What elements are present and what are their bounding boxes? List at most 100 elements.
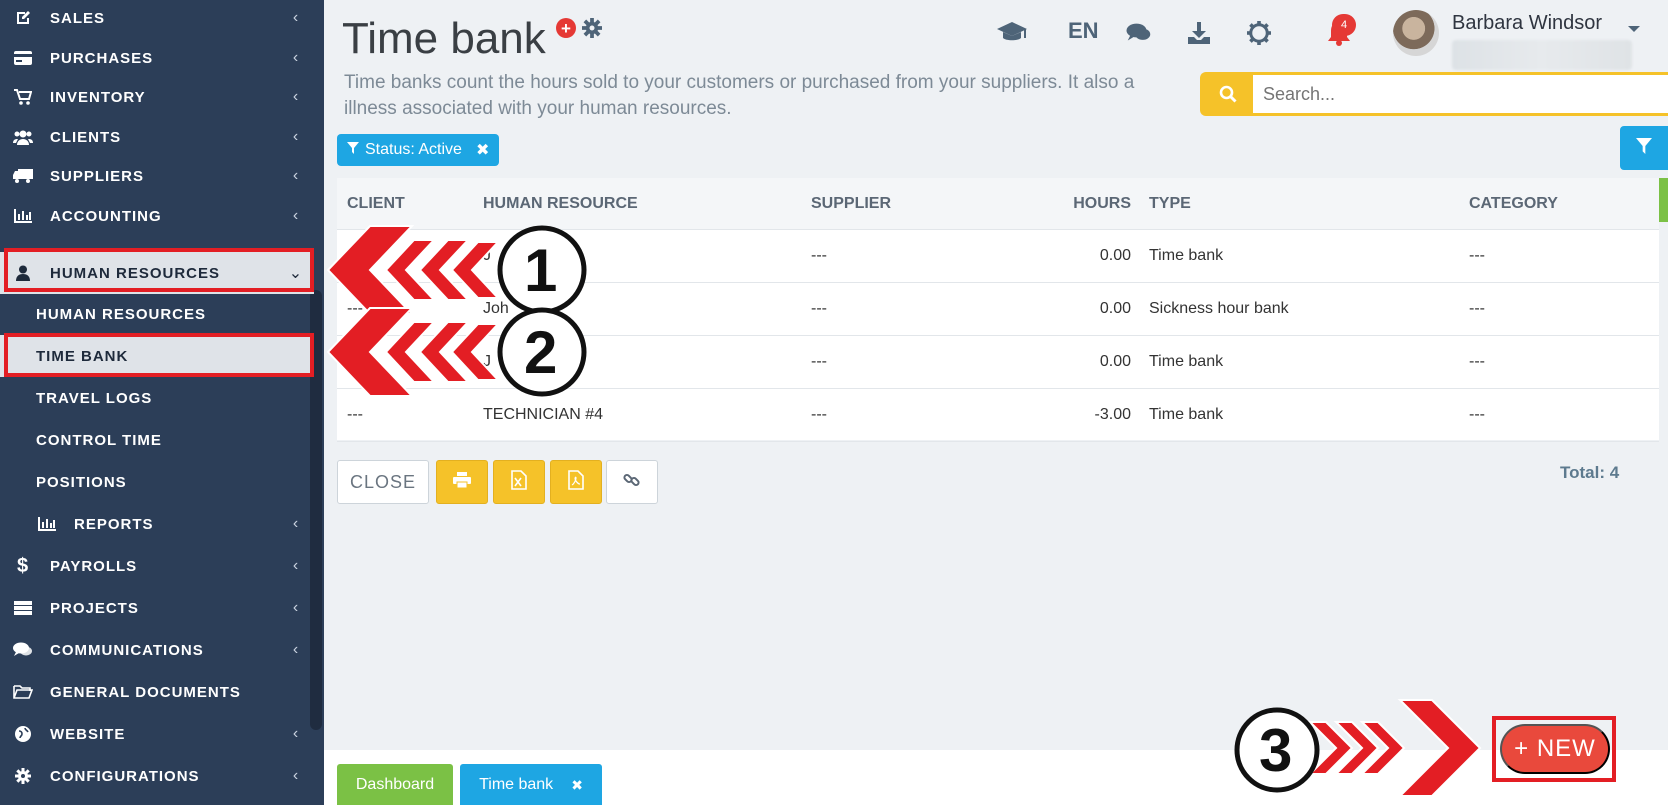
step-number-1: 1 [524,237,558,304]
sidebar-item-projects[interactable]: PROJECTS ‹ [0,587,314,629]
chevron-down-icon: ⌄ [288,265,304,282]
cell-human-resource: TECHNICIAN #4 [483,406,604,423]
sidebar-subitem-time-bank[interactable]: TIME BANK [0,335,314,377]
status-filter-chip[interactable]: Status: Active ✖ [337,134,500,166]
sidebar-item-label: PURCHASES [50,49,154,67]
cell-category: --- [1469,300,1485,317]
sidebar-subitem-travel-logs[interactable]: TRAVEL LOGS [0,377,314,419]
sidebar-item-human-resources[interactable]: HUMAN RESOURCES ⌄ [0,252,314,294]
sidebar-item-payrolls[interactable]: $ PAYROLLS ‹ [0,545,314,587]
file-excel-icon [511,469,527,495]
sidebar-item-purchases[interactable]: PURCHASES ‹ [0,37,314,79]
gear-icon[interactable] [582,18,602,38]
sidebar-item-label: HUMAN RESOURCES [50,264,221,282]
sidebar-item-suppliers[interactable]: SUPPLIERS ‹ [0,155,314,197]
sidebar-item-label: HUMAN RESOURCES [36,305,207,323]
close-icon[interactable]: ✖ [571,777,583,794]
comments-icon [12,642,34,658]
filter-icon [1636,137,1652,159]
column-header-client[interactable]: CLIENT [337,195,483,213]
sidebar-item-label: TIME BANK [36,347,129,365]
filter-icon [347,141,359,159]
column-header-hours[interactable]: HOURS [1021,195,1149,213]
chevron-left-icon: ‹ [292,515,300,532]
step-number-2: 2 [524,319,558,386]
cell-category: --- [1469,353,1485,370]
search-icon[interactable] [1203,75,1253,113]
comments-icon[interactable] [1124,18,1154,48]
sidebar-item-label: INVENTORY [50,88,146,106]
add-icon[interactable]: + [556,18,576,38]
bar-chart-icon [36,516,58,532]
sidebar: SALES ‹ PURCHASES ‹ INVENTORY ‹ CLIENTS … [0,0,324,805]
print-button[interactable] [436,460,488,504]
export-excel-button[interactable] [493,460,545,504]
cell-client: --- [347,300,363,317]
sidebar-item-label: COMMUNICATIONS [50,641,204,659]
notification-count-badge: 4 [1332,14,1356,36]
cell-client: --- [347,406,363,423]
step-number-3: 3 [1259,717,1293,784]
edit-icon [12,10,34,26]
close-button[interactable]: CLOSE [337,460,429,504]
chevron-left-icon: ‹ [292,49,300,66]
sidebar-item-label: CONFIGURATIONS [50,767,200,785]
tab-dashboard[interactable]: Dashboard [337,764,453,805]
sidebar-subitem-control-time[interactable]: CONTROL TIME [0,419,314,461]
export-pdf-button[interactable] [550,460,602,504]
truck-icon [12,168,34,184]
caret-down-icon[interactable] [1628,26,1640,32]
tab-time-bank[interactable]: Time bank ✖ [460,764,602,805]
filter-label: Status: Active [365,141,462,158]
table-header: CLIENT HUMAN RESOURCE SUPPLIER HOURS TYP… [337,178,1659,230]
gear-icon [12,768,34,784]
cell-supplier: --- [811,247,827,264]
sidebar-item-inventory[interactable]: INVENTORY ‹ [0,76,314,118]
language-selector[interactable]: EN [1068,18,1099,44]
avatar[interactable] [1393,10,1439,56]
chevron-left-icon: ‹ [292,557,300,574]
file-pdf-icon [568,469,584,495]
column-header-supplier[interactable]: SUPPLIER [811,195,1021,213]
column-header-type[interactable]: TYPE [1149,195,1469,213]
close-icon[interactable]: ✖ [476,140,489,160]
chevron-left-icon: ‹ [292,88,300,105]
sidebar-item-configurations[interactable]: CONFIGURATIONS ‹ [0,755,314,797]
cell-supplier: --- [811,353,827,370]
sidebar-subitem-positions[interactable]: POSITIONS [0,461,314,503]
sidebar-item-label: SALES [50,9,106,27]
link-icon [623,471,641,494]
chevron-left-icon: ‹ [292,599,300,616]
cell-hours: 0.00 [1099,353,1131,370]
sidebar-item-accounting[interactable]: ACCOUNTING ‹ [0,195,314,237]
new-button[interactable]: + NEW [1500,724,1610,774]
sidebar-item-sales[interactable]: SALES ‹ [0,0,314,39]
cell-supplier: --- [811,406,827,423]
column-header-category[interactable]: CATEGORY [1469,195,1659,213]
total-count: Total: 4 [1560,463,1620,482]
search-input[interactable] [1253,75,1668,113]
sidebar-item-website[interactable]: WEBSITE ‹ [0,713,314,755]
sidebar-item-clients[interactable]: CLIENTS ‹ [0,116,314,158]
sidebar-subitem-human-resources[interactable]: HUMAN RESOURCES [0,293,314,335]
chevron-left-icon: ‹ [292,641,300,658]
column-header-human-resource[interactable]: HUMAN RESOURCE [483,195,811,213]
sidebar-subitem-reports[interactable]: REPORTS ‹ [0,503,314,545]
user-company-redacted [1452,40,1632,70]
sidebar-item-label: CLIENTS [50,128,122,146]
sidebar-item-communications[interactable]: COMMUNICATIONS ‹ [0,629,314,671]
sidebar-item-label: PAYROLLS [50,557,138,575]
page-title: Time bank [342,14,546,63]
sidebar-item-label: ACCOUNTING [50,207,162,225]
sidebar-item-general-documents[interactable]: GENERAL DOCUMENTS [0,671,314,713]
filter-toggle-button[interactable] [1620,126,1668,170]
settings-icon[interactable] [1244,18,1274,48]
download-icon[interactable] [1184,18,1214,48]
description-line: illness associated with your human resou… [344,98,732,119]
table-row[interactable]: --- TECHNICIAN #4 --- -3.00 Time bank --… [337,389,1659,442]
graduation-cap-icon[interactable] [996,18,1028,48]
user-name[interactable]: Barbara Windsor [1452,12,1602,35]
link-button[interactable] [606,460,658,504]
server-icon [12,600,34,616]
folder-open-icon [12,684,34,700]
